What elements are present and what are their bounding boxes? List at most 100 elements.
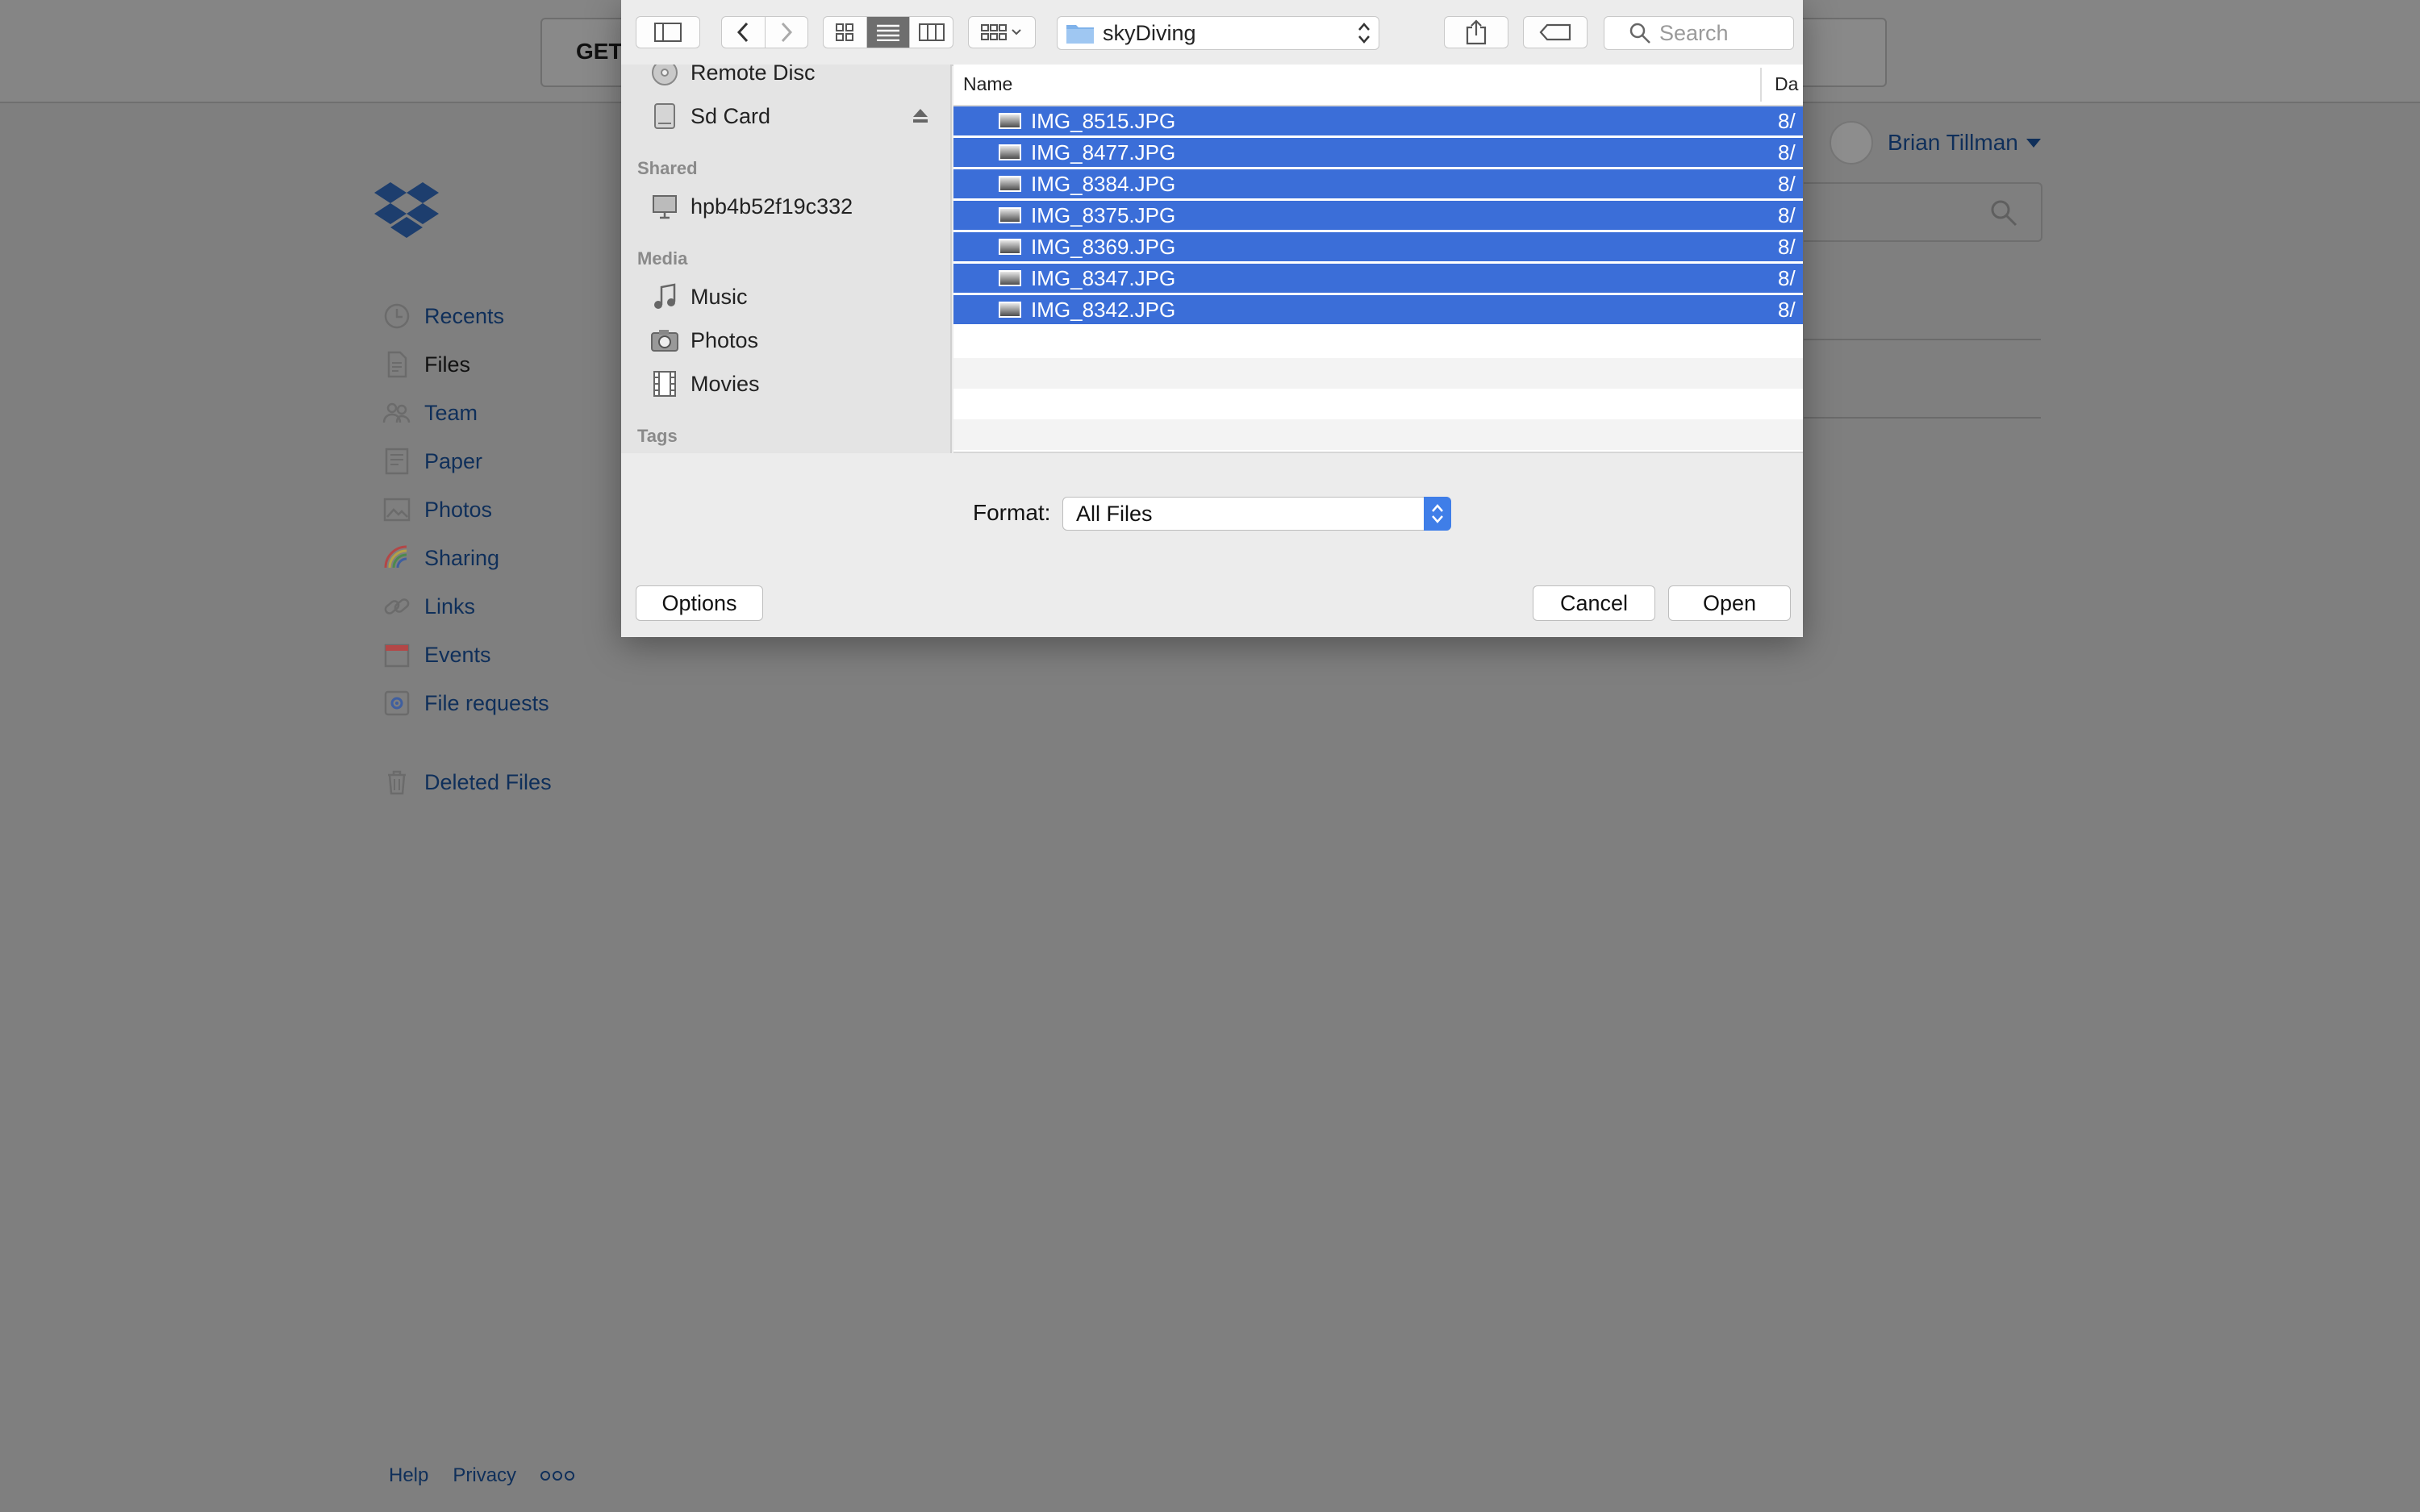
file-row[interactable]: IMG_8515.JPG 8/: [953, 106, 1803, 137]
image-file-icon: [999, 144, 1021, 160]
sidebar-item-sd-card[interactable]: Sd Card: [650, 98, 770, 134]
empty-row: [953, 358, 1803, 389]
list-view-button[interactable]: [866, 17, 911, 48]
file-row[interactable]: IMG_8384.JPG 8/: [953, 169, 1803, 200]
file-name: IMG_8342.JPG: [1031, 297, 1176, 322]
user-menu[interactable]: Brian Tillman: [1830, 121, 2041, 165]
file-date: 8/: [1778, 202, 1796, 227]
image-file-icon: [999, 113, 1021, 129]
sharing-icon: [384, 545, 407, 569]
file-name: IMG_8384.JPG: [1031, 171, 1176, 196]
eject-icon[interactable]: [912, 108, 929, 124]
nav-label: Photos: [424, 497, 493, 522]
film-icon: [653, 371, 676, 397]
file-row[interactable]: IMG_8347.JPG 8/: [953, 264, 1803, 294]
file-name: IMG_8369.JPG: [1031, 234, 1176, 259]
computer-icon: [653, 195, 677, 219]
nav-item-files[interactable]: Files: [382, 348, 470, 381]
calendar-icon: [384, 644, 410, 668]
open-button[interactable]: Open: [1668, 585, 1791, 621]
music-icon: [654, 283, 676, 309]
chevron-down-icon: [2026, 138, 2041, 148]
file-date: 8/: [1778, 171, 1796, 196]
list-icon: [877, 24, 899, 41]
avatar: [1830, 121, 1873, 165]
file-request-icon: [384, 690, 410, 716]
nav-item-links[interactable]: Links: [382, 590, 475, 623]
footer: Help Privacy: [389, 1464, 575, 1487]
nav-item-sharing[interactable]: Sharing: [382, 542, 499, 574]
sidebar-item-music[interactable]: Music: [650, 279, 748, 314]
file-date: 8/: [1778, 265, 1796, 290]
arrange-button[interactable]: [968, 16, 1036, 48]
dialog-toolbar: skyDiving: [621, 0, 1803, 66]
drive-icon: [654, 103, 675, 129]
sidebar-item-photos[interactable]: Photos: [650, 323, 758, 358]
tag-icon: [1539, 23, 1571, 41]
icon-view-button[interactable]: [824, 17, 867, 48]
get-app-label: GET: [576, 39, 623, 64]
file-date: 8/: [1778, 234, 1796, 259]
share-button[interactable]: [1444, 16, 1508, 48]
folder-icon: [1066, 25, 1094, 44]
trash-icon: [388, 770, 406, 795]
divider: [1804, 417, 2041, 419]
nav-item-team[interactable]: Team: [382, 397, 478, 429]
column-name-header[interactable]: Name: [963, 73, 1012, 95]
format-select[interactable]: All Files: [1062, 497, 1451, 531]
arrange-icon: [981, 24, 1021, 40]
empty-row: [953, 389, 1803, 419]
dialog-search-field[interactable]: [1604, 16, 1794, 50]
search-icon: [1991, 200, 2017, 227]
options-button[interactable]: Options: [636, 585, 763, 621]
tag-button[interactable]: [1523, 16, 1588, 48]
sidebar-item-label: Remote Disc: [691, 65, 816, 85]
sidebar-item-label: Sd Card: [691, 103, 771, 128]
nav-label: Links: [424, 594, 476, 619]
column-date-header[interactable]: Da: [1775, 73, 1798, 95]
search-input[interactable]: [1658, 19, 1790, 47]
image-file-icon: [999, 239, 1021, 255]
folder-path-popup[interactable]: skyDiving: [1057, 16, 1379, 50]
column-header: Name Da: [953, 65, 1803, 106]
columns-icon: [918, 23, 945, 41]
file-row[interactable]: IMG_8369.JPG 8/: [953, 232, 1803, 263]
sidebar-item-remote-disc[interactable]: Remote Disc: [650, 65, 816, 90]
column-view-button[interactable]: [910, 17, 953, 48]
sidebar-toggle-button[interactable]: [636, 16, 700, 48]
file-list: Name Da IMG_8515.JPG 8/ IMG_8477.JPG 8/ …: [953, 65, 1803, 453]
nav-item-paper[interactable]: Paper: [382, 445, 482, 477]
more-icon[interactable]: [540, 1471, 575, 1481]
nav-label: Deleted Files: [424, 769, 552, 794]
nav-item-recents[interactable]: Recents: [382, 300, 504, 332]
search-icon: [1629, 23, 1650, 44]
sidebar-item-label: Photos: [691, 327, 759, 352]
back-forward-control: [721, 16, 808, 48]
sidebar-item-movies[interactable]: Movies: [650, 366, 760, 402]
camera-icon: [651, 330, 678, 352]
view-mode-control: [823, 16, 953, 48]
nav-item-deleted-files[interactable]: Deleted Files: [382, 766, 552, 798]
file-row[interactable]: IMG_8342.JPG 8/: [953, 295, 1803, 326]
file-date: 8/: [1778, 140, 1796, 165]
forward-button[interactable]: [766, 17, 808, 48]
image-file-icon: [999, 207, 1021, 223]
nav-item-events[interactable]: Events: [382, 639, 491, 671]
file-row[interactable]: IMG_8477.JPG 8/: [953, 138, 1803, 169]
file-icon: [387, 351, 407, 378]
column-divider[interactable]: [1760, 68, 1762, 102]
file-date: 8/: [1778, 108, 1796, 133]
help-link[interactable]: Help: [389, 1464, 428, 1487]
privacy-link[interactable]: Privacy: [453, 1464, 516, 1487]
nav-item-photos[interactable]: Photos: [382, 494, 492, 526]
cancel-button[interactable]: Cancel: [1533, 585, 1655, 621]
background-search-input[interactable]: [1804, 182, 2042, 242]
sidebar-item-shared-computer[interactable]: hpb4b52f19c332: [650, 189, 853, 224]
share-icon: [1466, 19, 1487, 45]
file-row[interactable]: IMG_8375.JPG 8/: [953, 201, 1803, 231]
back-button[interactable]: [722, 17, 766, 48]
nav-item-file-requests[interactable]: File requests: [382, 687, 549, 719]
nav-label: Sharing: [424, 545, 500, 570]
nav-label: Team: [424, 400, 478, 425]
dropbox-logo-icon[interactable]: [374, 182, 439, 244]
